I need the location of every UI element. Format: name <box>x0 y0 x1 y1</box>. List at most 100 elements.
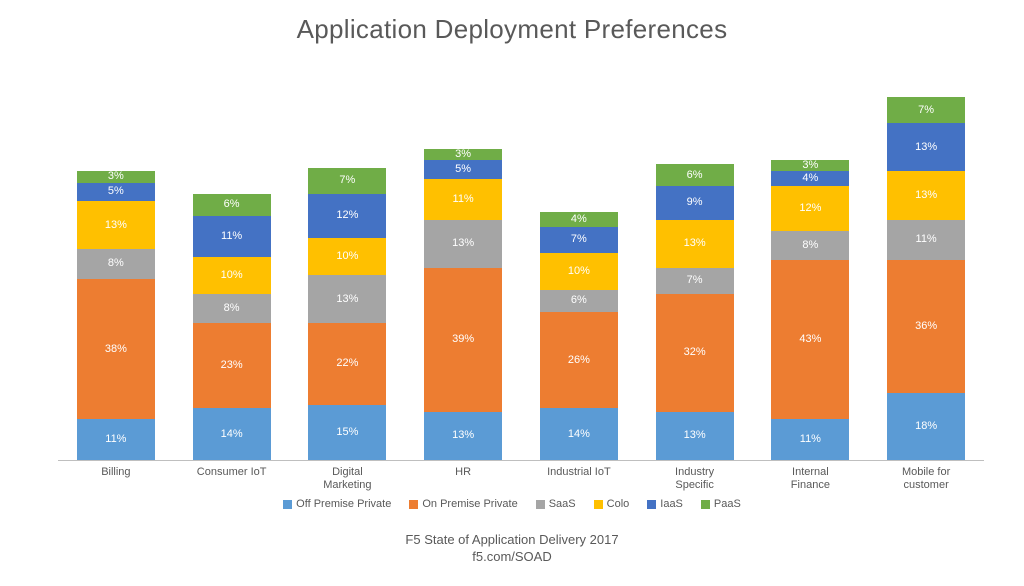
bar-segment-value: 3% <box>108 171 124 182</box>
bar-group: 14%26%6%10%7%4% <box>540 212 618 460</box>
bar-segment-value: 12% <box>336 210 358 221</box>
stacked-bar: 15%22%13%10%12%7% <box>308 168 386 460</box>
bar-segment-value: 11% <box>916 234 937 245</box>
x-axis-label: Industry Specific <box>656 462 734 494</box>
bar-group: 15%22%13%10%12%7% <box>308 168 386 460</box>
bar-segment: 8% <box>77 249 155 279</box>
bar-segment: 11% <box>887 220 965 261</box>
bar-segment-value: 13% <box>452 430 474 441</box>
bar-segment-value: 13% <box>452 238 474 249</box>
bar-segment-value: 11% <box>453 194 474 205</box>
x-axis-label: Industrial IoT <box>540 462 618 494</box>
bar-segment-value: 7% <box>339 175 355 186</box>
legend-label: SaaS <box>549 498 576 510</box>
bar-segment: 7% <box>887 97 965 123</box>
bar-segment: 32% <box>656 294 734 412</box>
bar-segment: 14% <box>540 408 618 460</box>
bar-segment-value: 7% <box>687 275 703 286</box>
bar-segment: 38% <box>77 279 155 420</box>
bar-segment-value: 15% <box>336 427 358 438</box>
bar-segment: 23% <box>193 323 271 408</box>
bar-segment: 10% <box>308 238 386 275</box>
bar-segment-value: 5% <box>108 186 124 197</box>
legend: Off Premise Private On Premise Private Saa… <box>0 498 1024 510</box>
legend-label: PaaS <box>714 498 741 510</box>
bar-group: 13% 39% 13% 11% 5% 3% <box>424 149 502 460</box>
bar-segment-value: 36% <box>915 321 937 332</box>
x-axis-label: HR <box>424 462 502 494</box>
bar-segment: 43% <box>771 260 849 419</box>
bar-segment: 11% <box>193 216 271 257</box>
legend-item: SaaS <box>536 498 576 510</box>
legend-swatch <box>283 500 292 509</box>
bar-segment-value: 6% <box>571 295 587 306</box>
bar-segment-value: 11% <box>800 434 821 445</box>
bar-segment: 13% <box>77 201 155 249</box>
legend-label: On Premise Private <box>422 498 517 510</box>
bar-segment: 3% <box>771 160 849 171</box>
bar-segment-value: 14% <box>568 429 590 440</box>
legend-item: Off Premise Private <box>283 498 391 510</box>
legend-item: PaaS <box>701 498 741 510</box>
bar-segment: 8% <box>193 294 271 324</box>
x-axis-labels: BillingConsumer IoTDigital MarketingHRIn… <box>58 462 984 494</box>
legend-label: Colo <box>607 498 630 510</box>
bar-segment: 4% <box>540 212 618 227</box>
bar-segment-value: 12% <box>799 203 821 214</box>
legend-swatch <box>701 500 710 509</box>
bar-segment-value: 13% <box>684 430 706 441</box>
bar-segment: 9% <box>656 186 734 219</box>
bar-segment-value: 8% <box>224 303 240 314</box>
x-axis-label: Internal Finance <box>771 462 849 494</box>
footer-source: F5 State of Application Delivery 2017 <box>0 531 1024 549</box>
bar-segment-value: 13% <box>105 220 127 231</box>
legend-label: Off Premise Private <box>296 498 391 510</box>
bar-segment-value: 13% <box>684 238 706 249</box>
legend-swatch <box>409 500 418 509</box>
bar-segment-value: 5% <box>455 164 471 175</box>
bar-segment: 13% <box>424 220 502 268</box>
bar-segment-value: 14% <box>221 429 243 440</box>
stacked-bar: 13%32%7%13%9%6% <box>656 164 734 460</box>
bar-segment: 3% <box>77 171 155 182</box>
bar-group: 11% 38% 8% 13% 5% 3% <box>77 171 155 460</box>
x-axis-label: Mobile for customer <box>887 462 965 494</box>
bar-group: 18% 36% 11% 13% 13% 7% <box>887 97 965 460</box>
stacked-bar: 11% 38% 8% 13% 5% 3% <box>77 171 155 460</box>
x-axis-label: Digital Marketing <box>308 462 386 494</box>
bar-segment: 5% <box>424 160 502 179</box>
bar-segment-value: 4% <box>802 173 818 184</box>
bar-segment: 7% <box>308 168 386 194</box>
bar-segment: 10% <box>193 257 271 294</box>
bar-segment: 13% <box>424 412 502 460</box>
bar-group: 14% 23% 8% 10% 11%6% <box>193 194 271 460</box>
bar-segment: 39% <box>424 268 502 412</box>
bar-segment: 10% <box>540 253 618 290</box>
bar-segment: 13% <box>887 123 965 171</box>
bar-segment-value: 3% <box>455 149 471 160</box>
bar-segment-value: 8% <box>108 258 124 269</box>
bar-segment-value: 18% <box>915 421 937 432</box>
bar-segment: 13% <box>308 275 386 323</box>
bar-segment: 7% <box>656 268 734 294</box>
bar-segment-value: 23% <box>221 360 243 371</box>
bar-segment: 6% <box>193 194 271 216</box>
bar-segment-value: 13% <box>915 190 937 201</box>
plot-area: 11%38%8%13%5%3%14%23%8%10%11%6%15%22%13%… <box>58 90 984 461</box>
bar-segment: 14% <box>193 408 271 460</box>
bar-segment: 11% <box>771 419 849 460</box>
bar-segment: 5% <box>77 183 155 202</box>
footer-link: f5.com/SOAD <box>0 548 1024 566</box>
stacked-bar: 14% 23% 8% 10% 11%6% <box>193 194 271 460</box>
bar-segment-value: 11% <box>105 434 126 445</box>
bar-segment-value: 38% <box>105 344 127 355</box>
bar-segment-value: 13% <box>915 142 937 153</box>
legend-label: IaaS <box>660 498 683 510</box>
bar-segment-value: 7% <box>571 234 587 245</box>
bar-segment-value: 10% <box>221 270 243 281</box>
bar-segment: 15% <box>308 405 386 461</box>
chart-container: Application Deployment Preferences 11% 38… <box>0 0 1024 586</box>
chart-title: Application Deployment Preferences <box>0 0 1024 45</box>
bar-segment: 6% <box>540 290 618 312</box>
bar-segment-value: 13% <box>336 294 358 305</box>
